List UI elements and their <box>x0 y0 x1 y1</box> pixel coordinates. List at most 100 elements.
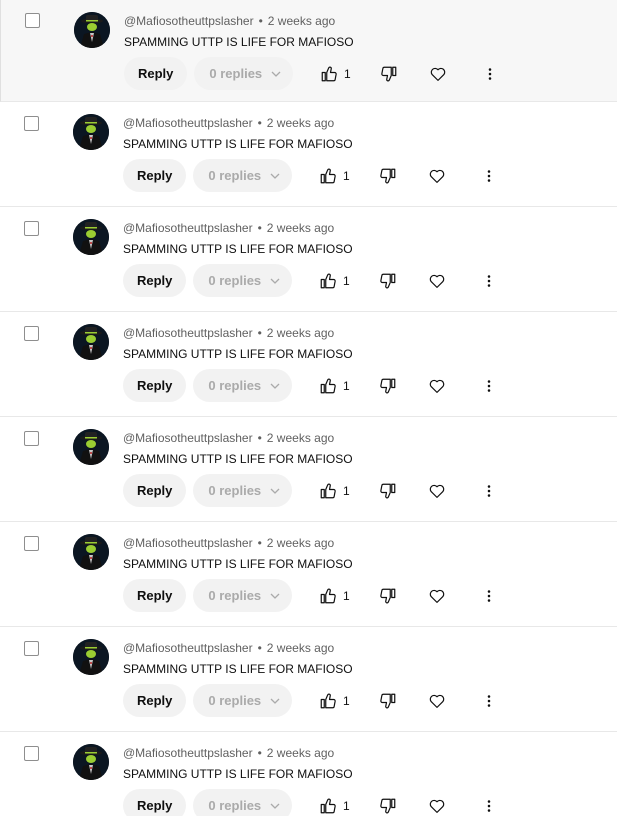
more-actions-button[interactable] <box>480 167 498 185</box>
dislike-button[interactable] <box>379 482 397 500</box>
like-button[interactable]: 1 <box>319 692 350 710</box>
more-actions-button[interactable] <box>480 692 498 710</box>
more-vert-icon <box>487 380 491 392</box>
replies-button[interactable]: 0 replies <box>193 684 293 717</box>
replies-button[interactable]: 0 replies <box>193 159 293 192</box>
select-checkbox[interactable] <box>24 326 39 341</box>
comment-row: @Mafiosotheuttpslasher • 2 weeks ago SPAMM… <box>0 732 617 816</box>
mafioso-avatar-icon <box>73 744 109 780</box>
dislike-button[interactable] <box>380 65 398 83</box>
author-handle[interactable]: @Mafiosotheuttpslasher <box>123 221 253 235</box>
heart-button[interactable] <box>429 65 447 83</box>
heart-button[interactable] <box>428 482 446 500</box>
like-count: 1 <box>343 379 350 393</box>
replies-button[interactable]: 0 replies <box>194 57 294 90</box>
chevron-down-icon <box>270 383 280 389</box>
dislike-button[interactable] <box>379 692 397 710</box>
like-button[interactable]: 1 <box>319 587 350 605</box>
comment-row: @Mafiosotheuttpslasher • 2 weeks ago SPAMM… <box>0 522 617 627</box>
dislike-button[interactable] <box>379 377 397 395</box>
more-actions-button[interactable] <box>480 482 498 500</box>
like-button[interactable]: 1 <box>319 272 350 290</box>
comment-time[interactable]: 2 weeks ago <box>267 536 334 550</box>
dislike-button[interactable] <box>379 272 397 290</box>
comment-row: @Mafiosotheuttpslasher • 2 weeks ago SPAMM… <box>0 312 617 417</box>
more-actions-button[interactable] <box>480 587 498 605</box>
heart-button[interactable] <box>428 272 446 290</box>
chevron-down-icon <box>270 488 280 494</box>
like-button[interactable]: 1 <box>319 377 350 395</box>
avatar[interactable] <box>73 639 109 675</box>
author-handle[interactable]: @Mafiosotheuttpslasher <box>123 746 253 760</box>
comment-text: SPAMMING UTTP IS LIFE FOR MAFIOSO <box>123 662 353 676</box>
author-handle[interactable]: @Mafiosotheuttpslasher <box>123 116 253 130</box>
like-button[interactable]: 1 <box>319 482 350 500</box>
reply-button[interactable]: Reply <box>123 684 187 717</box>
author-handle[interactable]: @Mafiosotheuttpslasher <box>123 431 253 445</box>
replies-label: 0 replies <box>208 588 262 603</box>
heart-icon <box>429 799 445 813</box>
comment-time[interactable]: 2 weeks ago <box>267 221 334 235</box>
replies-button[interactable]: 0 replies <box>193 369 293 402</box>
thumb-up-icon <box>320 483 336 499</box>
comment-time[interactable]: 2 weeks ago <box>268 14 335 28</box>
more-actions-button[interactable] <box>481 65 499 83</box>
author-handle[interactable]: @Mafiosotheuttpslasher <box>123 641 253 655</box>
reply-button[interactable]: Reply <box>123 579 187 612</box>
heart-button[interactable] <box>428 692 446 710</box>
heart-icon <box>429 274 445 288</box>
select-checkbox[interactable] <box>24 221 39 236</box>
select-checkbox[interactable] <box>24 116 39 131</box>
comment-time[interactable]: 2 weeks ago <box>267 116 334 130</box>
author-handle[interactable]: @Mafiosotheuttpslasher <box>123 536 253 550</box>
avatar[interactable] <box>73 219 109 255</box>
more-actions-button[interactable] <box>480 797 498 815</box>
meta-separator: • <box>257 116 262 130</box>
select-checkbox[interactable] <box>24 641 39 656</box>
avatar[interactable] <box>73 114 109 150</box>
replies-button[interactable]: 0 replies <box>193 789 293 816</box>
heart-button[interactable] <box>428 797 446 815</box>
comment-time[interactable]: 2 weeks ago <box>267 746 334 760</box>
reply-button[interactable]: Reply <box>123 474 187 507</box>
select-checkbox[interactable] <box>24 536 39 551</box>
avatar[interactable] <box>74 12 110 48</box>
avatar[interactable] <box>73 429 109 465</box>
heart-button[interactable] <box>428 167 446 185</box>
more-actions-button[interactable] <box>480 272 498 290</box>
heart-button[interactable] <box>428 587 446 605</box>
replies-button[interactable]: 0 replies <box>193 264 293 297</box>
like-button[interactable]: 1 <box>319 167 350 185</box>
dislike-button[interactable] <box>379 797 397 815</box>
select-checkbox[interactable] <box>25 13 40 28</box>
reply-button[interactable]: Reply <box>123 789 187 816</box>
select-checkbox[interactable] <box>24 746 39 761</box>
thumb-down-icon <box>380 798 396 814</box>
like-button[interactable]: 1 <box>319 797 350 815</box>
reply-button[interactable]: Reply <box>123 159 187 192</box>
dislike-button[interactable] <box>379 167 397 185</box>
avatar[interactable] <box>73 744 109 780</box>
like-count: 1 <box>343 589 350 603</box>
author-handle[interactable]: @Mafiosotheuttpslasher <box>123 326 253 340</box>
reply-button[interactable]: Reply <box>123 264 187 297</box>
chevron-down-icon <box>270 593 280 599</box>
comment-time[interactable]: 2 weeks ago <box>267 641 334 655</box>
replies-button[interactable]: 0 replies <box>193 579 293 612</box>
like-button[interactable]: 1 <box>320 65 351 83</box>
comment-time[interactable]: 2 weeks ago <box>267 431 334 445</box>
more-vert-icon <box>487 800 491 812</box>
dislike-button[interactable] <box>379 587 397 605</box>
reply-button[interactable]: Reply <box>124 57 188 90</box>
select-checkbox[interactable] <box>24 431 39 446</box>
replies-label: 0 replies <box>208 693 262 708</box>
reply-button[interactable]: Reply <box>123 369 187 402</box>
mafioso-avatar-icon <box>73 429 109 465</box>
heart-button[interactable] <box>428 377 446 395</box>
comment-time[interactable]: 2 weeks ago <box>267 326 334 340</box>
replies-button[interactable]: 0 replies <box>193 474 293 507</box>
more-actions-button[interactable] <box>480 377 498 395</box>
avatar[interactable] <box>73 534 109 570</box>
author-handle[interactable]: @Mafiosotheuttpslasher <box>124 14 254 28</box>
avatar[interactable] <box>73 324 109 360</box>
